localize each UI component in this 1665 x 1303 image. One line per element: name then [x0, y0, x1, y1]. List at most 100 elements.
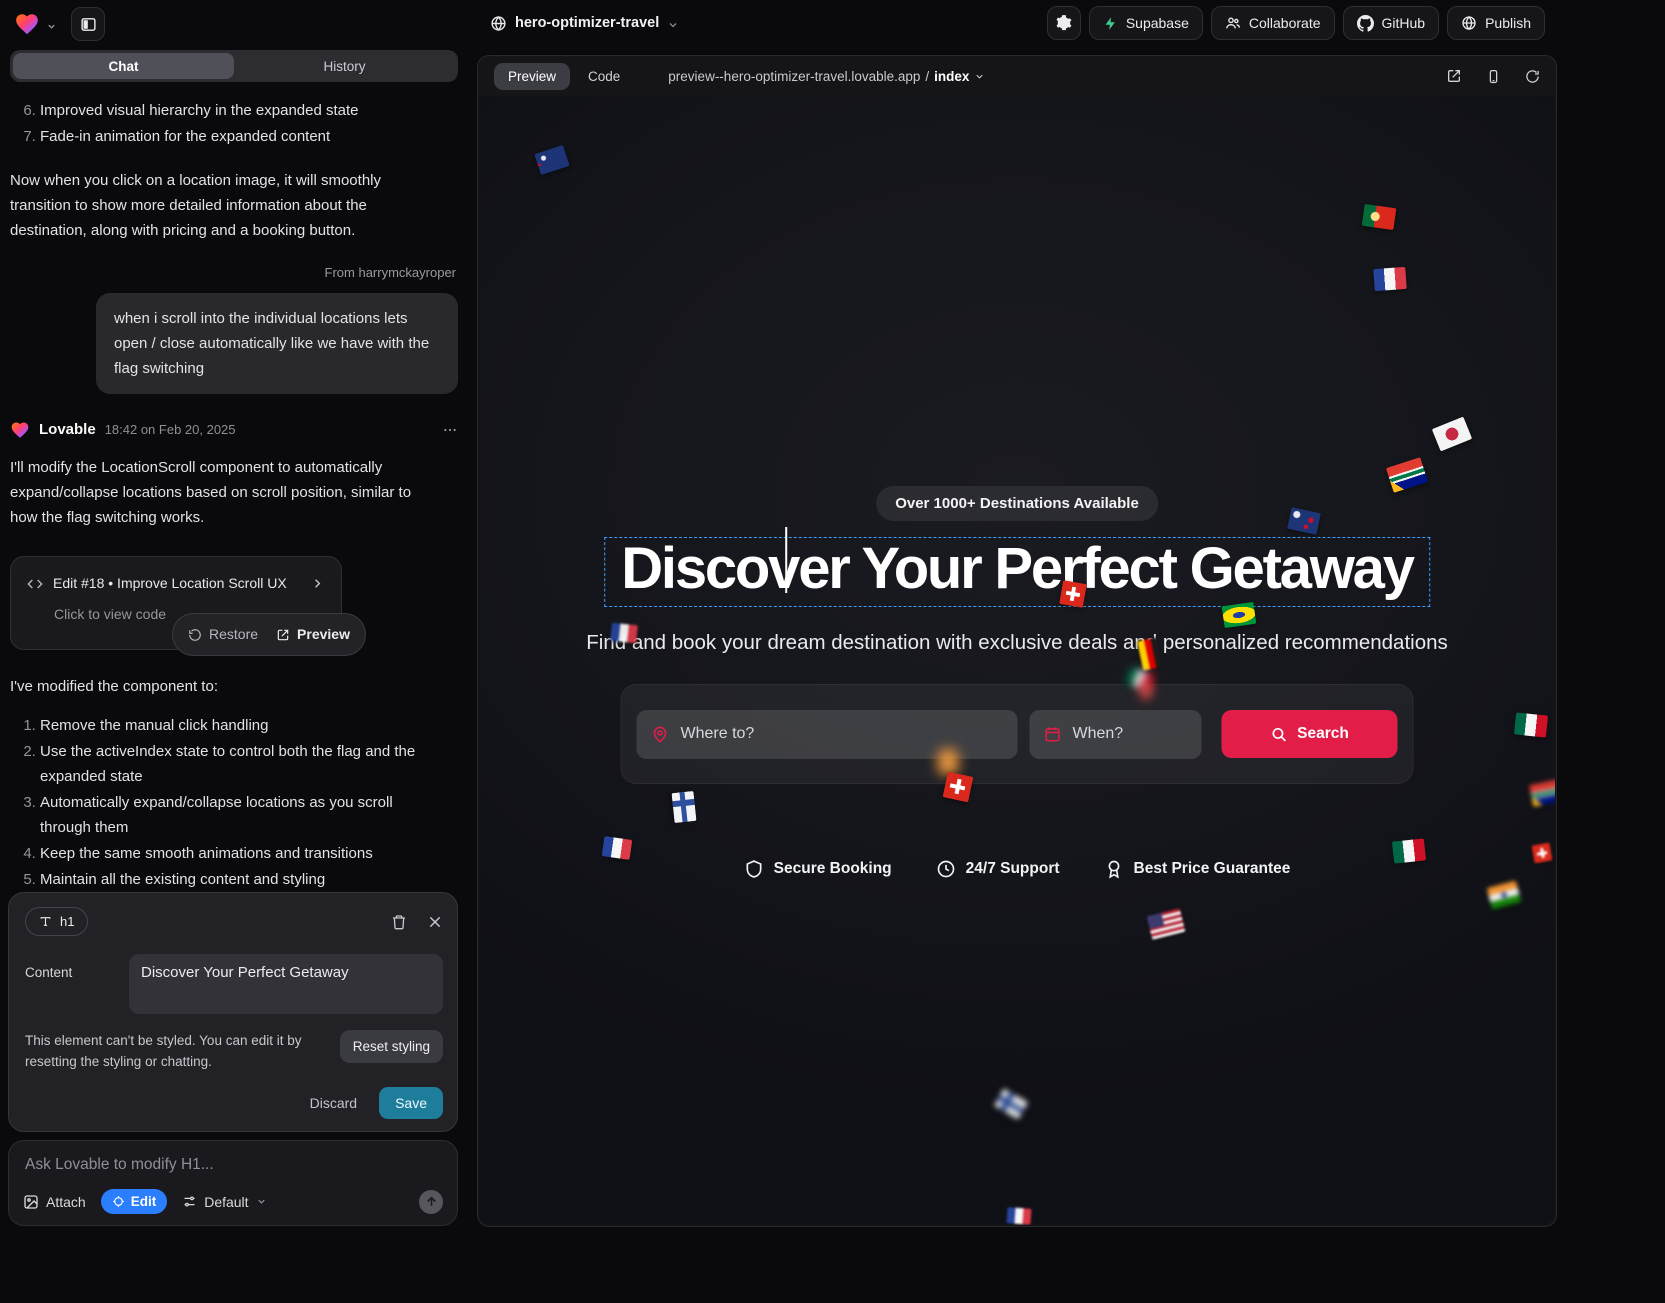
composer-placeholder: Ask Lovable to modify H1...	[25, 1156, 441, 1174]
chat-composer[interactable]: Ask Lovable to modify H1... Attach Edit …	[8, 1140, 458, 1226]
h1-selection-box[interactable]: Discover Your Perfect Getaway	[604, 537, 1430, 607]
tab-preview[interactable]: Preview	[494, 63, 570, 90]
date-field[interactable]	[1030, 710, 1202, 759]
text-caret	[785, 527, 787, 593]
feature-best-price: Best Price Guarantee	[1104, 859, 1291, 879]
chat-sidebar: Chat History Improved visual hierarchy i…	[0, 46, 472, 1303]
code-icon	[27, 576, 43, 592]
edit-version-card[interactable]: Edit #18 • Improve Location Scroll UX Cl…	[10, 556, 342, 650]
image-icon	[23, 1194, 39, 1210]
flag-switzerland	[943, 772, 974, 803]
list-item: Keep the same smooth animations and tran…	[40, 841, 440, 866]
save-button[interactable]: Save	[379, 1087, 443, 1119]
user-message-bubble: when i scroll into the individual locati…	[96, 293, 458, 394]
close-icon[interactable]	[427, 914, 443, 930]
mobile-view-icon[interactable]	[1486, 69, 1501, 84]
github-button[interactable]: GitHub	[1343, 6, 1440, 40]
tab-history[interactable]: History	[234, 53, 455, 79]
sidebar-tabs: Chat History	[10, 50, 458, 82]
publish-button[interactable]: Publish	[1447, 6, 1545, 40]
trash-icon[interactable]	[391, 914, 407, 930]
type-icon	[39, 915, 52, 928]
flag-portugal	[1362, 204, 1397, 230]
preview-actions	[1446, 68, 1540, 84]
crosshair-icon	[112, 1195, 125, 1208]
flag-finland	[994, 1088, 1028, 1119]
award-icon	[1104, 859, 1124, 879]
preview-button[interactable]: Preview	[276, 622, 350, 647]
restore-preview-pill: Restore Preview	[172, 613, 366, 656]
element-tag-pill[interactable]: h1	[25, 907, 88, 936]
message-menu-icon[interactable]	[442, 422, 458, 438]
tab-code[interactable]: Code	[574, 63, 634, 90]
send-button[interactable]	[419, 1190, 443, 1214]
topbar-actions: Supabase Collaborate GitHub Publish	[1047, 6, 1545, 40]
reset-styling-button[interactable]: Reset styling	[340, 1030, 443, 1063]
lovable-heart-logo[interactable]	[14, 11, 40, 37]
destination-field[interactable]	[637, 710, 1018, 759]
list-item: Automatically expand/collapse locations …	[40, 790, 440, 840]
flag-brazil	[1222, 602, 1257, 628]
destinations-badge: Over 1000+ Destinations Available	[876, 486, 1158, 521]
refresh-icon[interactable]	[1525, 69, 1540, 84]
gear-icon	[1055, 14, 1073, 32]
map-pin-icon	[651, 725, 670, 744]
feature-support: 24/7 Support	[936, 859, 1060, 879]
shield-icon	[744, 859, 764, 879]
settings-button[interactable]	[1047, 6, 1081, 40]
globe-icon	[490, 15, 507, 32]
hero-title[interactable]: Discover Your Perfect Getaway	[621, 539, 1413, 599]
flag-australia	[534, 145, 569, 175]
sidebar-toggle-button[interactable]	[71, 7, 105, 41]
chat-transcript: Improved visual hierarchy in the expande…	[10, 98, 458, 892]
assistant-message-header: Lovable 18:42 on Feb 20, 2025	[10, 417, 458, 442]
attach-button[interactable]: Attach	[23, 1194, 86, 1210]
search-button[interactable]: Search	[1222, 710, 1398, 758]
sliders-icon	[182, 1194, 197, 1209]
globe-icon	[1461, 15, 1477, 31]
external-link-icon	[276, 628, 290, 642]
assistant-paragraph: Now when you click on a location image, …	[10, 168, 434, 243]
chevron-right-icon	[310, 576, 325, 591]
from-user-label: From harrymckayroper	[10, 260, 456, 285]
assistant-changes-list: Remove the manual click handlingUse the …	[20, 713, 440, 892]
chevron-down-icon	[256, 1196, 267, 1207]
content-textarea[interactable]: Discover Your Perfect Getaway	[129, 954, 443, 1014]
list-item: Use the activeIndex state to control bot…	[40, 739, 440, 789]
flag-switzerland	[1532, 843, 1553, 864]
flag-india	[1487, 880, 1522, 909]
flag-mexico	[1392, 838, 1426, 863]
chevron-down-icon[interactable]	[46, 21, 57, 32]
list-item: Improved visual hierarchy in the expande…	[40, 98, 440, 123]
flag-france	[610, 623, 638, 644]
destination-input[interactable]	[681, 725, 1004, 743]
flag-blurred-red	[1139, 682, 1153, 700]
chevron-down-icon	[974, 71, 985, 82]
flag-france	[1006, 1207, 1031, 1225]
lovable-heart-avatar	[10, 420, 30, 440]
edit-mode-pill[interactable]: Edit	[101, 1189, 168, 1214]
flag-usa	[1147, 908, 1186, 940]
preview-panel: Preview Code preview--hero-optimizer-tra…	[477, 55, 1557, 1227]
search-icon	[1270, 726, 1287, 743]
flag-south-africa	[1386, 457, 1428, 493]
project-selector[interactable]: hero-optimizer-travel	[490, 0, 679, 46]
calendar-icon	[1044, 725, 1062, 743]
flag-switzerland	[1059, 580, 1087, 608]
topbar-left	[14, 7, 105, 41]
date-input[interactable]	[1073, 725, 1188, 743]
edit-card-title: Edit #18 • Improve Location Scroll UX	[53, 571, 300, 596]
assistant-list-continued: Improved visual hierarchy in the expande…	[20, 98, 440, 149]
flag-japan	[1432, 417, 1473, 452]
tab-chat[interactable]: Chat	[13, 53, 234, 79]
mode-selector[interactable]: Default	[182, 1194, 266, 1210]
discard-button[interactable]: Discard	[310, 1095, 357, 1111]
preview-url[interactable]: preview--hero-optimizer-travel.lovable.a…	[668, 69, 985, 84]
collaborate-button[interactable]: Collaborate	[1211, 6, 1335, 40]
supabase-button[interactable]: Supabase	[1089, 6, 1203, 40]
assistant-name: Lovable	[39, 417, 96, 442]
open-external-icon[interactable]	[1446, 68, 1462, 84]
assistant-timestamp: 18:42 on Feb 20, 2025	[105, 417, 236, 442]
supabase-bolt-icon	[1103, 16, 1118, 31]
restore-button[interactable]: Restore	[188, 622, 258, 647]
